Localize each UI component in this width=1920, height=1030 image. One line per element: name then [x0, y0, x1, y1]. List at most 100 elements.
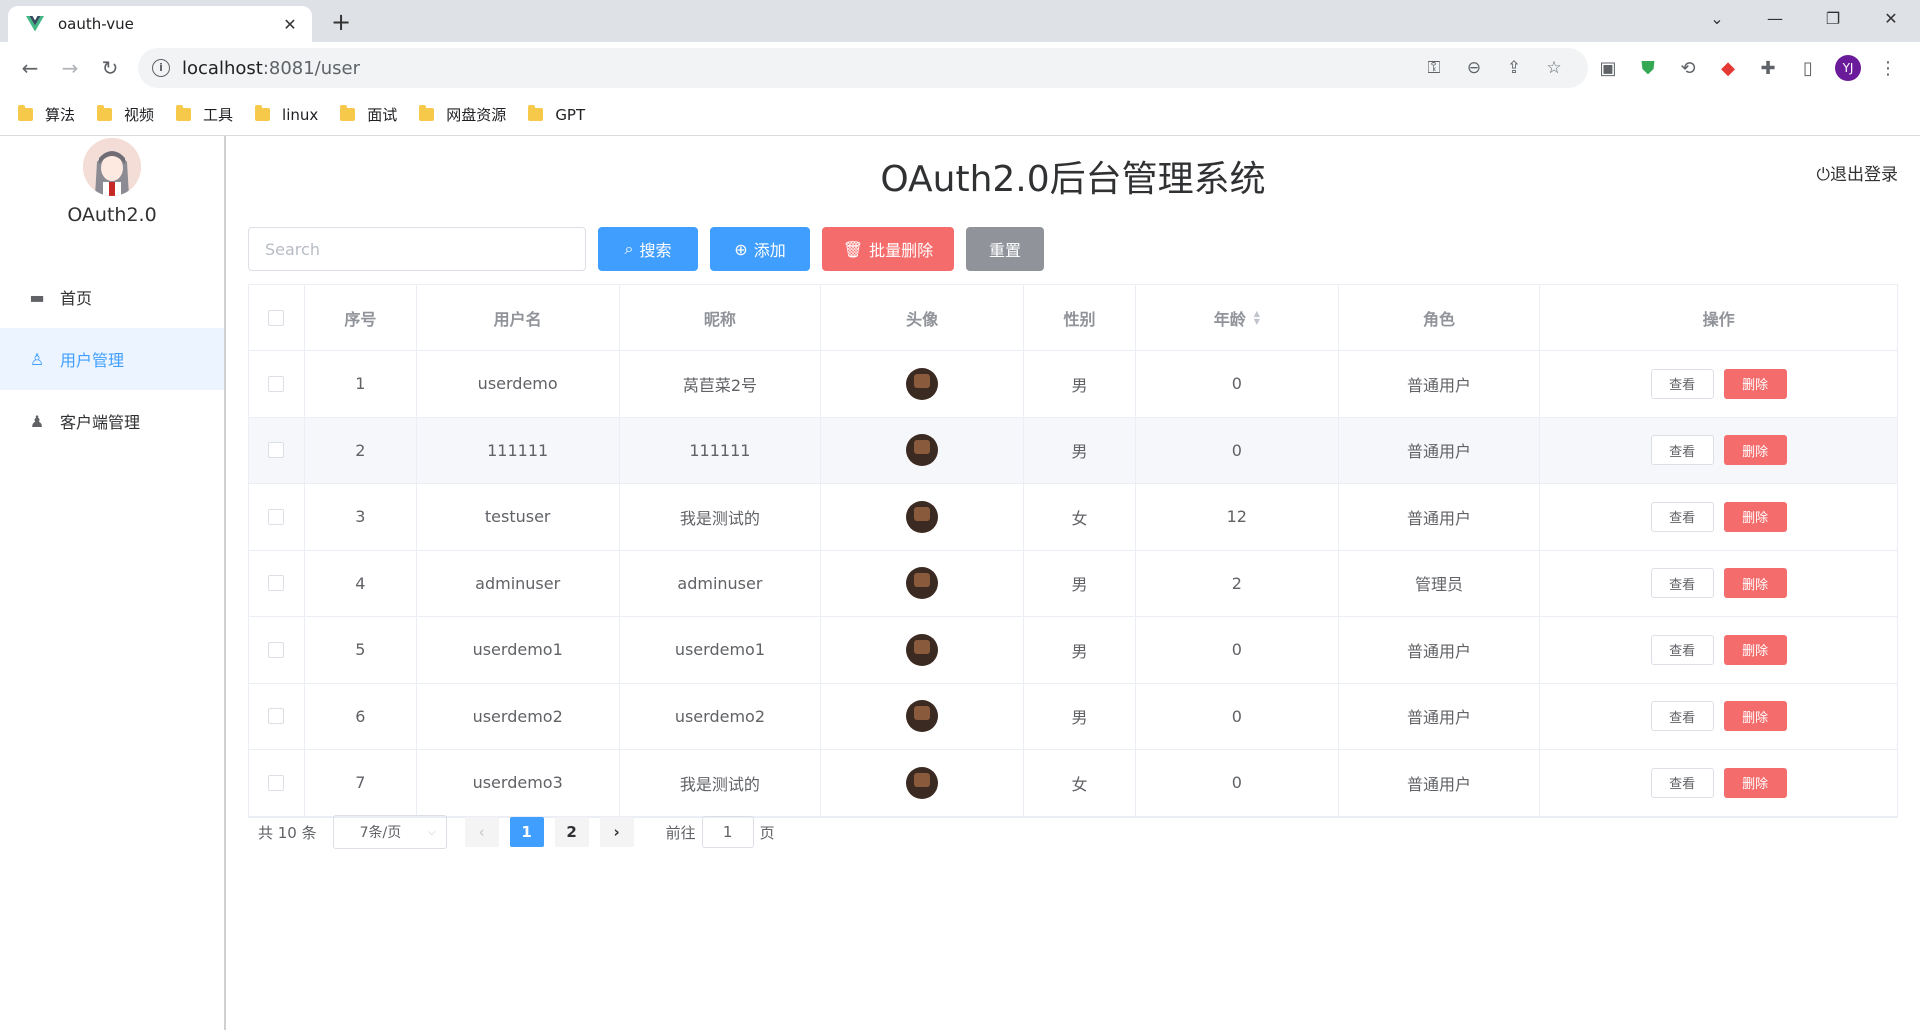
key-icon[interactable]: ⚿: [1414, 58, 1454, 78]
tab-close-icon[interactable]: ✕: [280, 15, 300, 34]
delete-button[interactable]: 删除: [1723, 435, 1787, 466]
age-cell: 0: [1136, 417, 1339, 483]
page-button[interactable]: 2: [554, 817, 589, 847]
profile-avatar[interactable]: YJ: [1835, 55, 1861, 81]
logout-button[interactable]: ⏻退出登录: [1817, 160, 1898, 185]
column-header-age[interactable]: 年龄 ▲ ▼: [1136, 285, 1339, 350]
view-button[interactable]: 查看: [1650, 368, 1714, 399]
bookmark-folder[interactable]: linux: [255, 105, 318, 124]
folder-icon: [176, 105, 192, 121]
id-cell: 2: [305, 417, 417, 483]
reload-icon[interactable]: ↻: [90, 56, 130, 80]
actions-cell: 查看 删除: [1540, 418, 1897, 484]
delete-button[interactable]: 删除: [1723, 634, 1787, 665]
row-checkbox[interactable]: [268, 375, 285, 392]
zoom-icon[interactable]: ⊖: [1454, 58, 1494, 78]
logo: OAuth2.0: [0, 136, 224, 266]
username-cell: userdemo2: [417, 683, 620, 749]
avatar: [906, 367, 939, 400]
tab-search-icon[interactable]: ⌄: [1688, 0, 1746, 38]
age-cell: 0: [1136, 750, 1339, 816]
search-button[interactable]: ⌕ 搜索: [598, 227, 698, 271]
table-row: 5 userdemo1 userdemo1 男 0 普通用户 查看 删除: [249, 617, 1897, 684]
share-icon[interactable]: ⇪: [1494, 58, 1534, 78]
role-cell: 普通用户: [1339, 351, 1541, 417]
dice-extension-icon[interactable]: ◆: [1708, 58, 1748, 79]
username-cell: userdemo3: [417, 750, 620, 816]
close-window-icon[interactable]: ✕: [1862, 0, 1920, 38]
next-page-button[interactable]: ›: [599, 817, 634, 847]
delete-button[interactable]: 删除: [1723, 501, 1787, 532]
prev-page-button[interactable]: ‹: [464, 817, 499, 847]
shield-extension-icon[interactable]: ⛊: [1628, 58, 1668, 79]
sidebar: OAuth2.0 ▬ 首页 ♙ 用户管理 ♟ 客户端管理: [0, 136, 226, 1030]
view-button[interactable]: 查看: [1650, 701, 1714, 732]
delete-button[interactable]: 删除: [1723, 368, 1787, 399]
site-info-icon[interactable]: i: [152, 59, 170, 77]
restore-icon[interactable]: ❐: [1804, 0, 1862, 38]
avatar-cell: [821, 750, 1025, 816]
bookmark-folder[interactable]: 面试: [340, 104, 397, 125]
sidebar-item-user-management[interactable]: ♙ 用户管理: [0, 328, 224, 390]
sidebar-item-client-management[interactable]: ♟ 客户端管理: [0, 390, 224, 452]
address-bar[interactable]: i localhost:8081/user ⚿ ⊖ ⇪ ☆: [138, 48, 1588, 88]
minimize-icon[interactable]: —: [1746, 0, 1804, 38]
page-button[interactable]: 1: [509, 817, 544, 847]
sidebar-item-home[interactable]: ▬ 首页: [0, 266, 224, 328]
age-cell: 2: [1136, 550, 1339, 616]
view-button[interactable]: 查看: [1650, 634, 1714, 665]
sort-caret-icon[interactable]: ▲ ▼: [1254, 309, 1260, 326]
delete-button[interactable]: 删除: [1723, 568, 1787, 599]
puzzle-icon[interactable]: ✚: [1748, 58, 1788, 79]
bookmark-star-icon[interactable]: ☆: [1534, 58, 1574, 78]
extension-icon-1[interactable]: ▣: [1588, 58, 1628, 79]
row-checkbox[interactable]: [268, 774, 285, 791]
sidebar-item-label: 首页: [60, 289, 93, 308]
page-size-select[interactable]: 7条/页 ⌵: [332, 815, 447, 849]
table-row: 4 adminuser adminuser 男 2 管理员 查看 删除: [249, 550, 1897, 617]
column-header: 性别: [1024, 285, 1136, 350]
gender-cell: 男: [1024, 683, 1136, 749]
gender-cell: 男: [1024, 617, 1136, 683]
nickname-cell: 我是测试的: [620, 750, 822, 816]
bookmark-folder[interactable]: 工具: [176, 104, 233, 125]
row-checkbox[interactable]: [268, 575, 285, 592]
batch-delete-button[interactable]: 🗑 批量删除: [822, 227, 954, 271]
delete-button[interactable]: 删除: [1723, 767, 1787, 798]
row-checkbox[interactable]: [268, 708, 285, 725]
bookmarks-bar: 算法 视频 工具 linux 面试 网盘资源 GPT: [0, 94, 1920, 136]
select-all-checkbox[interactable]: [268, 309, 285, 326]
table-row: 6 userdemo2 userdemo2 男 0 普通用户 查看 删除: [249, 683, 1897, 750]
sidepanel-icon[interactable]: ▯: [1788, 58, 1828, 79]
folder-icon: [18, 105, 33, 121]
select-all-cell: [249, 285, 305, 350]
actions-cell: 查看 删除: [1540, 750, 1897, 816]
search-toolbar: ⌕搜索 ⊕添加 🗑批量删除 重置: [248, 227, 1044, 271]
new-tab-button[interactable]: +: [326, 8, 356, 36]
view-button[interactable]: 查看: [1650, 767, 1714, 798]
reset-button[interactable]: 重置: [966, 227, 1044, 271]
search-input[interactable]: [248, 227, 586, 271]
menu-dots-icon[interactable]: ⋮: [1868, 58, 1908, 79]
browser-tab[interactable]: oauth-vue ✕: [8, 6, 312, 42]
extension-icon-3[interactable]: ⟲: [1668, 58, 1708, 79]
view-button[interactable]: 查看: [1650, 501, 1714, 532]
row-checkbox[interactable]: [268, 442, 285, 459]
row-checkbox[interactable]: [268, 508, 285, 525]
back-icon[interactable]: ←: [10, 56, 50, 80]
folder-icon: [255, 105, 271, 121]
view-button[interactable]: 查看: [1650, 435, 1714, 466]
row-checkbox[interactable]: [268, 641, 285, 658]
view-button[interactable]: 查看: [1650, 568, 1714, 599]
id-cell: 5: [305, 617, 417, 683]
bookmark-folder[interactable]: 视频: [97, 104, 154, 125]
bookmark-folder[interactable]: 网盘资源: [419, 104, 506, 125]
nickname-cell: 莴苣菜2号: [620, 351, 822, 417]
goto-page-input[interactable]: 1: [701, 816, 754, 848]
add-button[interactable]: ⊕ 添加: [710, 227, 810, 271]
forward-icon[interactable]: →: [50, 56, 90, 80]
table-row: 3 testuser 我是测试的女 12 普通用户 查看 删除: [249, 484, 1897, 551]
delete-button[interactable]: 删除: [1723, 701, 1787, 732]
bookmark-folder[interactable]: GPT: [528, 105, 585, 124]
bookmark-folder[interactable]: 算法: [18, 104, 75, 125]
